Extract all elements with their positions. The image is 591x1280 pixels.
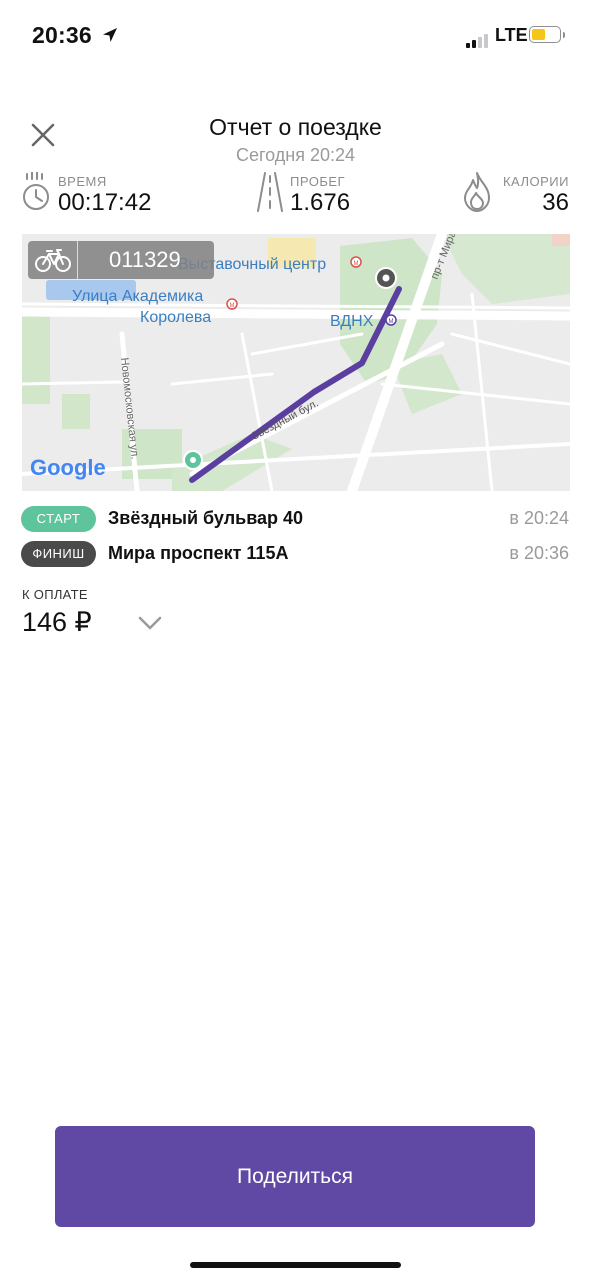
finish-badge: ФИНИШ <box>21 541 96 567</box>
start-badge: СТАРТ <box>21 506 96 532</box>
map-label-koroleva: Королева <box>140 309 211 326</box>
park-area <box>22 314 50 404</box>
metro-icon: M <box>385 314 397 326</box>
chevron-down-icon[interactable] <box>137 614 163 632</box>
road <box>22 307 570 321</box>
start-time: в 20:24 <box>509 508 569 528</box>
start-marker <box>183 450 203 470</box>
stat-distance-value: 1.676 <box>290 189 351 216</box>
battery-tip <box>563 32 565 38</box>
payment-label: К ОПЛАТЕ <box>22 587 88 602</box>
network-type: LTE <box>495 25 528 45</box>
start-address: Звёздный бульвар 40 <box>108 508 304 528</box>
page-subtitle: Сегодня 20:24 <box>235 145 356 165</box>
metro-icon: M <box>350 256 362 268</box>
location-arrow-icon <box>103 28 117 42</box>
google-logo: Google <box>30 455 106 480</box>
battery-icon <box>529 26 561 43</box>
park-area <box>62 394 90 429</box>
map-label-akademika: Улица Академика <box>72 288 203 305</box>
payment-amount: 146 ₽ <box>22 607 92 637</box>
metro-icon: M <box>226 298 238 310</box>
flame-icon <box>464 172 490 212</box>
bicycle-icon <box>35 249 71 272</box>
stat-distance-label: ПРОБЕГ <box>290 174 346 189</box>
home-indicator <box>190 1262 401 1268</box>
map-label-vdnh: ВДНХ <box>330 313 374 330</box>
building-area <box>552 234 570 246</box>
stat-time-label: ВРЕМЯ <box>58 174 107 189</box>
stat-calories-label: КАЛОРИИ <box>502 174 569 189</box>
share-button[interactable]: Поделиться <box>55 1126 535 1227</box>
finish-time: в 20:36 <box>509 543 569 563</box>
stopwatch-icon <box>23 172 49 210</box>
bike-id: 011329 <box>109 247 181 272</box>
status-time: 20:36 <box>32 22 92 48</box>
stat-time-value: 00:17:42 <box>58 189 152 216</box>
stat-calories-value: 36 <box>542 189 569 216</box>
road-icon <box>257 172 283 212</box>
end-marker <box>375 267 397 289</box>
svg-text:M: M <box>389 319 394 325</box>
finish-address: Мира проспект 115А <box>108 543 289 563</box>
signal-strength-icon <box>466 30 490 48</box>
svg-text:M: M <box>354 261 359 267</box>
svg-text:M: M <box>230 303 235 309</box>
page-title: Отчет о поездке <box>209 114 382 140</box>
road <box>22 380 124 386</box>
bike-badge-divider <box>77 241 78 279</box>
